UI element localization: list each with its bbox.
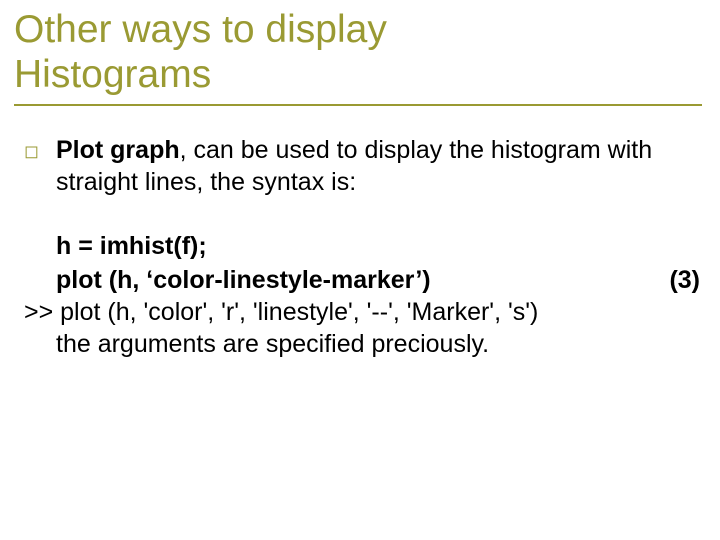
equation-number: (3) bbox=[661, 264, 700, 296]
code-line-2-text: plot (h, ‘color-linestyle-marker’) bbox=[56, 264, 661, 296]
code-line-1: h = imhist(f); bbox=[24, 230, 700, 262]
bullet-item: ◻ Plot graph, can be used to display the… bbox=[24, 134, 700, 198]
slide: Other ways to display Histograms ◻ Plot … bbox=[0, 0, 720, 540]
square-bullet-icon: ◻ bbox=[24, 140, 40, 163]
bullet-text: Plot graph, can be used to display the h… bbox=[56, 134, 700, 198]
code-line-2: plot (h, ‘color-linestyle-marker’) (3) bbox=[24, 264, 700, 296]
slide-body: ◻ Plot graph, can be used to display the… bbox=[12, 134, 700, 360]
closing-line: the arguments are specified preciously. bbox=[24, 328, 700, 360]
title-underline bbox=[14, 104, 702, 106]
title-line-2: Histograms bbox=[14, 53, 211, 96]
bullet-bold: Plot graph bbox=[56, 136, 180, 164]
title-line-1: Other ways to display bbox=[14, 8, 387, 51]
prompt-line: >> plot (h, 'color', 'r', 'linestyle', '… bbox=[24, 296, 700, 328]
slide-title: Other ways to display Histograms bbox=[12, 8, 700, 98]
